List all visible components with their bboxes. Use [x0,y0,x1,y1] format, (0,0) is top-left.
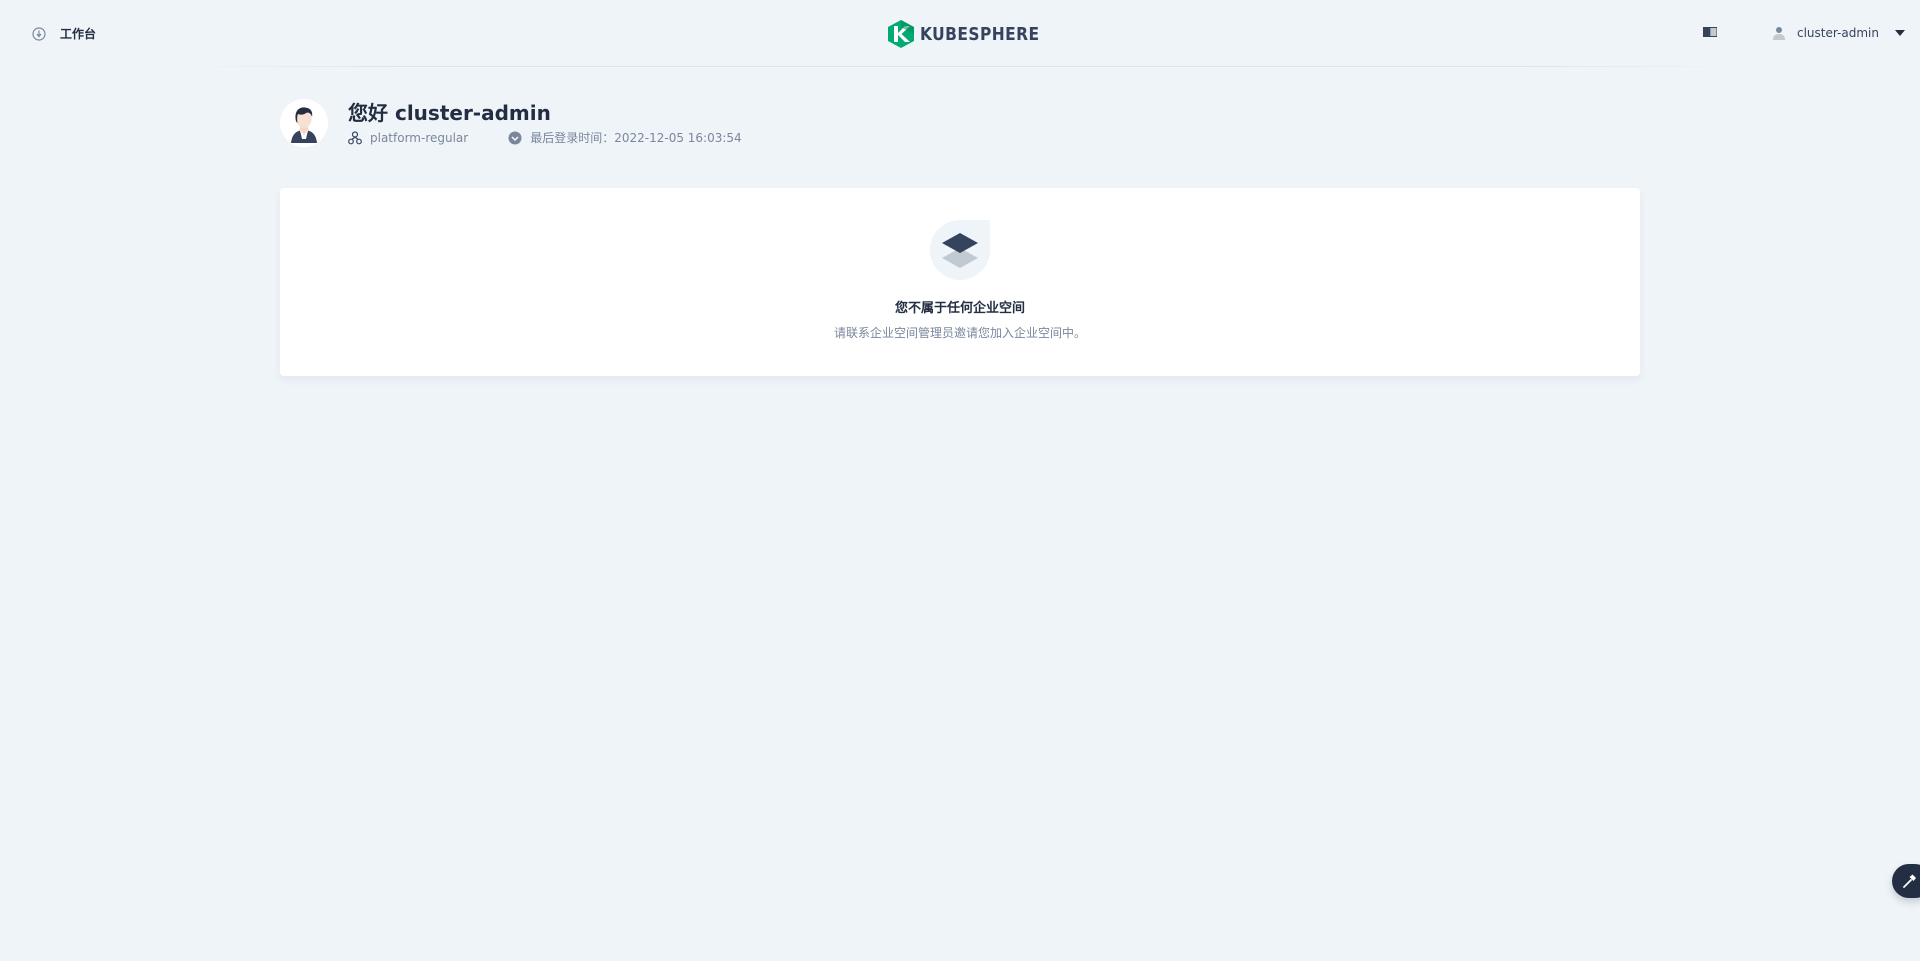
top-navigation-bar: 工作台 KUBESPHERE cluster-admin [0,0,1920,67]
empty-state-description: 请联系企业空间管理员邀请您加入企业空间中。 [833,326,1086,340]
workspace-empty-card: 您不属于任何企业空间 请联系企业空间管理员邀请您加入企业空间中。 [280,188,1640,376]
profile-text: 您好 cluster-admin platform-regular 最后登录时间… [348,99,742,147]
role-icon [348,131,362,145]
greeting-title: 您好 cluster-admin [348,101,551,125]
last-login-item: 最后登录时间：2022-12-05 16:03:54 [508,129,742,147]
theme-toggle-icon[interactable] [1703,27,1717,37]
logo-text: KUBESPHERE [920,23,1040,45]
workbench-label: 工作台 [60,27,97,41]
avatar-illustration-icon [280,99,328,147]
empty-state-title: 您不属于任何企业空间 [894,301,1025,316]
role-item: platform-regular [348,129,468,147]
user-menu[interactable]: cluster-admin [1773,24,1905,42]
workspace-layers-icon [930,220,990,280]
topbar-divider [180,66,1740,67]
last-login-text: 最后登录时间：2022-12-05 16:03:54 [530,131,742,145]
user-profile-summary: 您好 cluster-admin platform-regular 最后登录时间… [280,99,742,147]
toolbox-button[interactable] [1892,864,1920,898]
clock-icon [508,131,522,145]
avatar [280,99,328,147]
kubesphere-logo-icon [888,20,914,48]
user-name: cluster-admin [1797,26,1879,40]
caret-down-icon [1894,30,1905,36]
user-icon [1773,27,1785,40]
hammer-icon [1903,874,1916,888]
profile-meta: platform-regular 最后登录时间：2022-12-05 16:03… [348,129,742,147]
role-text: platform-regular [370,131,469,145]
workbench-link[interactable]: 工作台 [32,25,96,43]
kubesphere-logo[interactable]: KUBESPHERE [888,20,1059,48]
workbench-icon [32,27,46,41]
